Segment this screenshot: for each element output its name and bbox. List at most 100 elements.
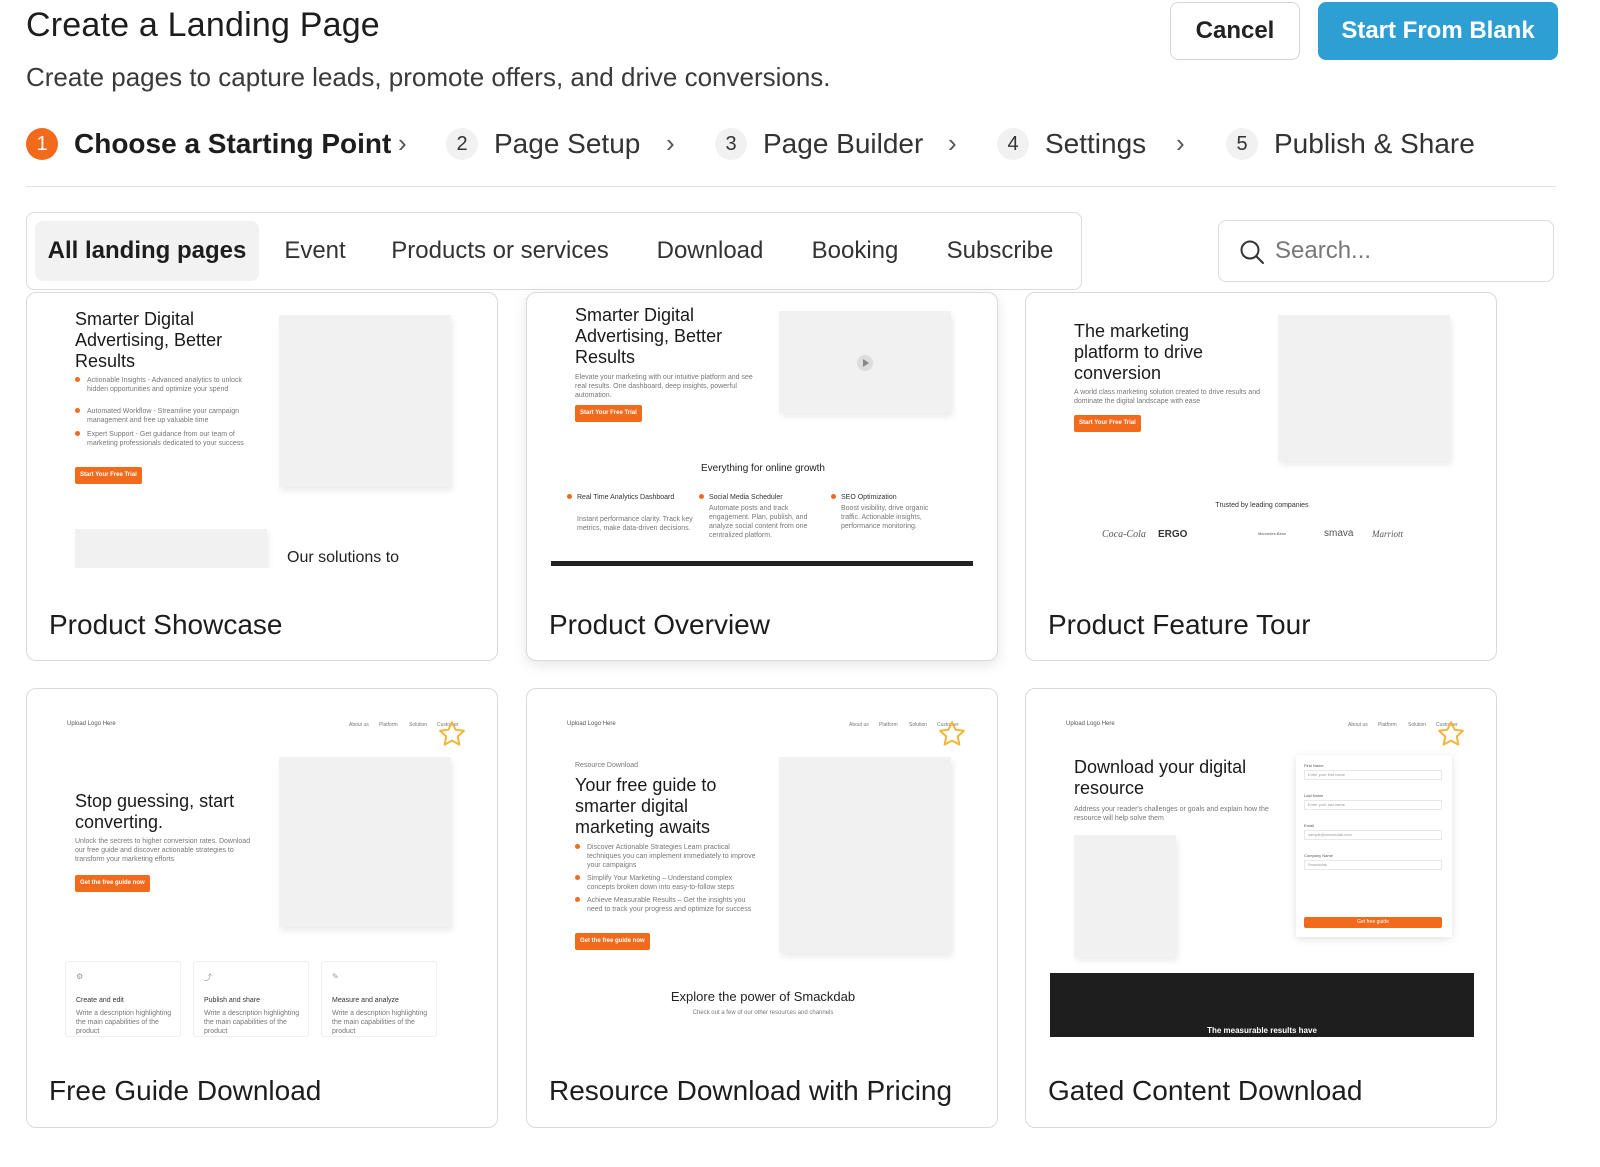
template-card-product-feature-tour[interactable]: The marketing platform to drive conversi… (1025, 292, 1497, 661)
preview-nav-item: Platform (379, 722, 398, 728)
form-field: Enter your first name (1304, 770, 1442, 780)
page-subtitle: Create pages to capture leads, promote o… (26, 62, 831, 92)
play-icon (857, 355, 873, 371)
template-preview: Smarter Digital Advertising, Better Resu… (49, 293, 477, 568)
filter-tab-subscribe[interactable]: Subscribe (935, 221, 1065, 281)
filter-tab-products[interactable]: Products or services (379, 221, 621, 281)
preview-section-title: Everything for online growth (701, 463, 825, 474)
preview-cta: Start Your Free Trial (75, 467, 142, 484)
chevron-right-icon: › (1176, 128, 1185, 158)
feature-desc: Write a description highlighting the mai… (332, 1010, 428, 1035)
bullet-dot (567, 494, 572, 499)
step-settings[interactable]: 4 Settings (997, 122, 1146, 166)
preview-headline: Download your digital resource (1074, 757, 1247, 798)
header-divider (26, 186, 1556, 187)
cancel-button[interactable]: Cancel (1170, 2, 1300, 60)
template-card-resource-download-pricing[interactable]: Upload Logo Here About us Platform Solut… (526, 688, 998, 1128)
preview-bullet: Automated Workflow - Streamline your cam… (87, 408, 239, 424)
start-from-blank-button[interactable]: Start From Blank (1318, 2, 1558, 60)
preview-dark-band (551, 561, 973, 566)
page-title: Create a Landing Page (26, 6, 380, 44)
template-card-gated-content-download[interactable]: Upload Logo Here About us Platform Solut… (1025, 688, 1497, 1128)
share-icon: ⤴ (204, 973, 212, 982)
template-card-product-overview[interactable]: Smarter Digital Advertising, Better Resu… (526, 292, 998, 661)
logo-ergo: ERGO (1158, 529, 1188, 540)
page-header: Create a Landing Page Create pages to ca… (26, 0, 1560, 110)
bullet-dot (575, 897, 580, 902)
feature-title: Real Time Analytics Dashboard (577, 494, 675, 501)
preview-eyebrow: Resource Download (575, 762, 639, 769)
card-title: Free Guide Download (49, 1075, 322, 1106)
bullet-dot (75, 377, 80, 382)
feature-title: Publish and share (204, 997, 261, 1004)
feature-desc: Boost visibility, drive organic traffic.… (841, 505, 929, 530)
preview-cta: Start Your Free Trial (575, 405, 642, 422)
feature-title: Create and edit (76, 997, 124, 1004)
chevron-right-icon: › (398, 128, 407, 158)
step-number: 2 (446, 128, 478, 160)
filter-tab-download[interactable]: Download (645, 221, 775, 281)
form-field-label: First Name (1304, 763, 1324, 768)
feature-title: Social Media Scheduler (709, 494, 783, 501)
filter-tab-all[interactable]: All landing pages (35, 221, 259, 281)
preview-bullet: Simplify Your Marketing – Understand com… (587, 875, 735, 891)
filter-tab-booking[interactable]: Booking (799, 221, 911, 281)
search-input[interactable] (1275, 231, 1535, 271)
chevron-right-icon: › (666, 128, 675, 158)
step-number: 4 (997, 128, 1029, 160)
bullet-dot (75, 431, 80, 436)
card-title: Product Showcase (49, 609, 283, 640)
gear-icon: ⚙ (76, 972, 84, 981)
star-icon[interactable] (1436, 719, 1466, 749)
preview-resource-thumbnail (1074, 835, 1176, 957)
step-label: Settings (1045, 128, 1147, 159)
search-box[interactable] (1218, 220, 1554, 282)
search-icon (1240, 240, 1264, 264)
preview-nav-item: Solution (909, 722, 928, 728)
card-title: Product Feature Tour (1048, 609, 1311, 640)
preview-body: Elevate your marketing with our intuitiv… (575, 374, 753, 399)
form-field: sample@smackdab.com (1304, 830, 1442, 840)
preview-form-submit: Get free guide (1304, 917, 1442, 928)
template-preview: Smarter Digital Advertising, Better Resu… (549, 293, 977, 568)
feature-desc: Write a description highlighting the mai… (204, 1010, 300, 1035)
template-preview: Upload Logo Here About us Platform Solut… (1048, 709, 1476, 1037)
template-card-free-guide-download[interactable]: Upload Logo Here About us Platform Solut… (26, 688, 498, 1128)
preview-image-placeholder (279, 315, 451, 487)
wizard-stepper: 1 Choose a Starting Point › 2 Page Setup… (26, 122, 1546, 166)
card-title: Gated Content Download (1048, 1075, 1363, 1106)
feature-desc: Automate posts and track engagement. Pla… (709, 505, 808, 539)
step-label: Publish & Share (1274, 128, 1475, 159)
filter-tab-event[interactable]: Event (273, 221, 357, 281)
preview-image-placeholder (779, 757, 951, 953)
preview-body: Address your reader's challenges or goal… (1074, 806, 1269, 822)
preview-nav-item: Solution (1408, 722, 1427, 728)
feature-box: ⚙ Create and edit Write a description hi… (65, 961, 181, 1037)
template-preview: Upload Logo Here About us Platform Solut… (549, 709, 977, 1037)
form-field-label: Last Name (1304, 793, 1324, 798)
step-label: Choose a Starting Point (74, 128, 392, 159)
logo-marriott: Marriott (1372, 529, 1404, 539)
card-title: Resource Download with Pricing (549, 1075, 953, 1106)
step-page-setup[interactable]: 2 Page Setup (446, 122, 640, 166)
star-icon[interactable] (437, 719, 467, 749)
preview-headline: Your free guide to smarter digital marke… (575, 775, 717, 837)
preview-body: Unlock the secrets to higher conversion … (75, 838, 251, 863)
preview-image-placeholder (1278, 315, 1450, 461)
step-number: 5 (1226, 128, 1258, 160)
step-number: 1 (26, 128, 58, 160)
template-preview: Upload Logo Here About us Platform Solut… (49, 709, 477, 1037)
template-card-product-showcase[interactable]: Smarter Digital Advertising, Better Resu… (26, 292, 498, 661)
form-field: Smackdab (1304, 860, 1442, 870)
feature-box: ✎ Measure and analyze Write a descriptio… (321, 961, 437, 1037)
step-choose-starting-point[interactable]: 1 Choose a Starting Point (26, 122, 391, 166)
preview-section-title: Explore the power of Smackdab (670, 989, 856, 1004)
feature-desc: Write a description highlighting the mai… (76, 1010, 172, 1035)
feature-title: SEO Optimization (841, 494, 897, 501)
star-icon[interactable] (937, 719, 967, 749)
chevron-right-icon: › (948, 128, 957, 158)
step-page-builder[interactable]: 3 Page Builder (715, 122, 923, 166)
bullet-dot (831, 494, 836, 499)
step-publish-share[interactable]: 5 Publish & Share (1226, 122, 1475, 166)
preview-headline: Stop guessing, start converting. (75, 791, 235, 832)
